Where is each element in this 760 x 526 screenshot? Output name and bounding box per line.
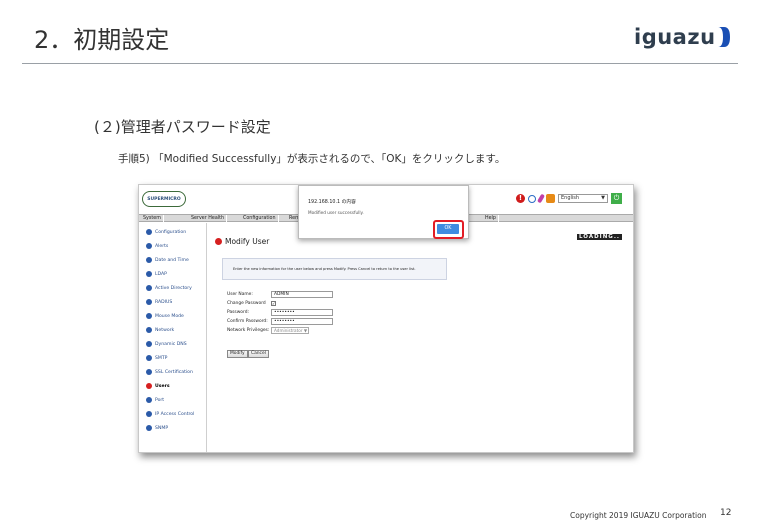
arrow-bullet-icon bbox=[146, 299, 152, 305]
menu-configuration[interactable]: Configuration bbox=[241, 215, 279, 223]
network-privileges-row: Network Privileges: Administrator ▼ bbox=[227, 327, 309, 334]
slide-title: 2．初期設定 bbox=[34, 26, 170, 54]
logo-text: iguazu bbox=[634, 25, 716, 49]
header-icons: ! bbox=[516, 193, 555, 204]
arrow-bullet-icon bbox=[146, 383, 152, 389]
sidebar-item-alerts[interactable]: Alerts bbox=[146, 242, 168, 250]
menu-server-health[interactable]: Server Health bbox=[189, 215, 228, 223]
sidebar-item-ip-access-control[interactable]: IP Access Control bbox=[146, 410, 194, 418]
arrow-bullet-icon bbox=[215, 238, 222, 245]
network-privileges-select[interactable]: Administrator ▼ bbox=[271, 327, 309, 334]
sidebar-item-ssl-certification[interactable]: SSL Certification bbox=[146, 368, 193, 376]
dialog-title: 192.168.10.1 の内容 bbox=[308, 200, 356, 205]
arrow-bullet-icon bbox=[146, 369, 152, 375]
logo-mark-icon bbox=[717, 27, 730, 47]
info-box: Enter the new information for the user b… bbox=[222, 258, 447, 280]
arrow-bullet-icon bbox=[146, 271, 152, 277]
arrow-bullet-icon bbox=[146, 411, 152, 417]
user-name-input[interactable]: ADMIN bbox=[271, 291, 333, 298]
language-select[interactable]: English ▼ bbox=[558, 194, 608, 203]
page-heading: Modify User bbox=[215, 237, 269, 246]
arrow-bullet-icon bbox=[146, 285, 152, 291]
sidebar-item-ldap[interactable]: LDAP bbox=[146, 270, 167, 278]
arrow-bullet-icon bbox=[146, 243, 152, 249]
change-password-row: Change Password ✓ bbox=[227, 300, 276, 307]
ok-button[interactable]: OK bbox=[437, 224, 459, 234]
loading-indicator: LOADING.. bbox=[577, 234, 623, 240]
bmc-screenshot: SUPERMICRO ! English ▼ ⏻ System Server H… bbox=[138, 184, 634, 453]
main-content: Modify User LOADING.. Enter the new info… bbox=[209, 223, 633, 452]
sidebar-item-snmp[interactable]: SNMP bbox=[146, 424, 168, 432]
title-divider bbox=[22, 63, 738, 64]
sidebar: Configuration Alerts Date and Time LDAP … bbox=[139, 223, 207, 452]
alert-dialog: 192.168.10.1 の内容 Modified user successfu… bbox=[298, 185, 469, 239]
sidebar-item-active-directory[interactable]: Active Directory bbox=[146, 284, 192, 292]
sidebar-item-date-and-time[interactable]: Date and Time bbox=[146, 256, 189, 264]
chevron-down-icon: ▼ bbox=[601, 195, 605, 201]
refresh-icon[interactable] bbox=[528, 194, 536, 203]
sidebar-item-smtp[interactable]: SMTP bbox=[146, 354, 167, 362]
arrow-bullet-icon bbox=[146, 355, 152, 361]
arrow-bullet-icon bbox=[146, 341, 152, 347]
section-title: (２)管理者パスワード設定 bbox=[94, 118, 271, 136]
confirm-password-row: Confirm Password: •••••••• bbox=[227, 318, 333, 325]
page-number: 12 bbox=[720, 508, 732, 518]
iguazu-logo: iguazu bbox=[634, 24, 730, 50]
user-name-row: User Name: ADMIN bbox=[227, 291, 333, 298]
password-label: Password: bbox=[227, 310, 249, 315]
arrow-bullet-icon bbox=[146, 425, 152, 431]
alert-icon[interactable]: ! bbox=[516, 194, 525, 203]
language-value: English bbox=[561, 195, 580, 201]
user-name-label: User Name: bbox=[227, 292, 253, 297]
edit-icon[interactable] bbox=[537, 193, 545, 204]
cancel-button[interactable]: Cancel bbox=[248, 350, 269, 358]
confirm-password-input[interactable]: •••••••• bbox=[271, 318, 333, 325]
sidebar-item-port[interactable]: Port bbox=[146, 396, 164, 404]
network-privileges-label: Network Privileges: bbox=[227, 328, 270, 333]
change-password-label: Change Password bbox=[227, 301, 266, 306]
copyright: Copyright 2019 IGUAZU Corporation bbox=[570, 511, 707, 520]
arrow-bullet-icon bbox=[146, 313, 152, 319]
sidebar-item-users[interactable]: Users bbox=[146, 382, 170, 390]
password-row: Password: •••••••• bbox=[227, 309, 333, 316]
confirm-password-label: Confirm Password: bbox=[227, 319, 268, 324]
sidebar-item-configuration[interactable]: Configuration bbox=[146, 228, 186, 236]
step-instruction: 手順5) 「Modified Successfully」が表示されるので、「OK… bbox=[118, 153, 506, 165]
password-input[interactable]: •••••••• bbox=[271, 309, 333, 316]
ok-highlight-frame: OK bbox=[433, 220, 464, 239]
arrow-bullet-icon bbox=[146, 327, 152, 333]
dialog-message: Modified user successfully. bbox=[308, 210, 364, 215]
supermicro-logo: SUPERMICRO bbox=[142, 191, 186, 207]
sidebar-item-mouse-mode[interactable]: Mouse Mode bbox=[146, 312, 184, 320]
page-heading-text: Modify User bbox=[225, 237, 270, 246]
arrow-bullet-icon bbox=[146, 229, 152, 235]
power-icon[interactable]: ⏻ bbox=[611, 193, 622, 204]
change-password-checkbox[interactable]: ✓ bbox=[271, 301, 276, 306]
arrow-bullet-icon bbox=[146, 257, 152, 263]
menu-help[interactable]: Help bbox=[483, 215, 499, 223]
modify-button[interactable]: Modify bbox=[227, 350, 248, 358]
menu-system[interactable]: System bbox=[141, 215, 164, 223]
sidebar-item-radius[interactable]: RADIUS bbox=[146, 298, 172, 306]
logout-icon[interactable] bbox=[546, 194, 555, 203]
sidebar-item-dynamic-dns[interactable]: Dynamic DNS bbox=[146, 340, 187, 348]
arrow-bullet-icon bbox=[146, 397, 152, 403]
sidebar-item-network[interactable]: Network bbox=[146, 326, 174, 334]
